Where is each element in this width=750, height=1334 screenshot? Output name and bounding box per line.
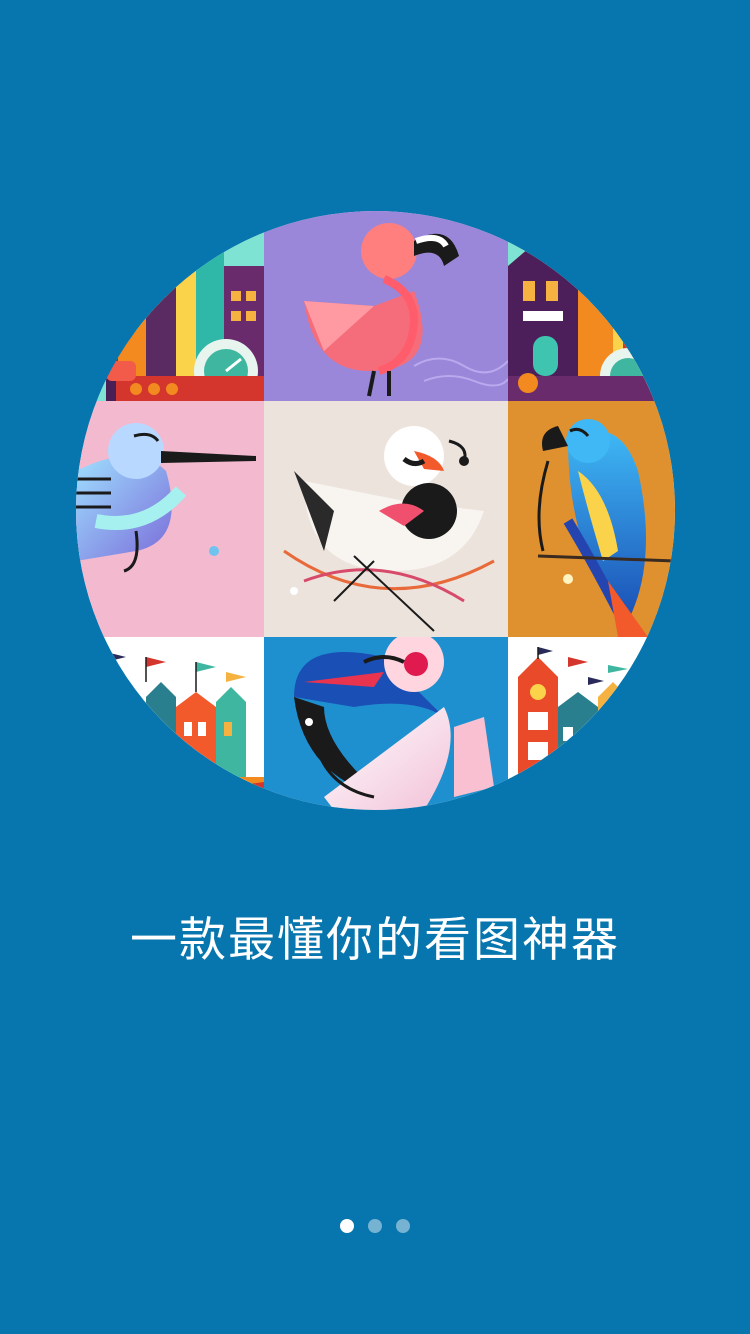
castle-flags-illustration-icon (76, 637, 264, 810)
swan-illustration-icon (264, 401, 508, 637)
hummingbird-illustration-icon (76, 401, 264, 637)
page-dot-1[interactable] (340, 1219, 354, 1233)
parrot-illustration-icon (508, 401, 675, 637)
city-buildings-illustration-icon (76, 211, 264, 401)
pelican-illustration-icon (264, 637, 508, 810)
onboarding-screen[interactable]: 一款最懂你的看图神器 (0, 0, 750, 1334)
page-dot-3[interactable] (396, 1219, 410, 1233)
illustration-gallery-circle (76, 211, 675, 810)
clock-tower-illustration-icon (508, 637, 675, 810)
page-indicator[interactable] (0, 1219, 750, 1237)
onboarding-tagline: 一款最懂你的看图神器 (130, 913, 620, 968)
flamingo-illustration-icon (264, 211, 508, 401)
town-house-illustration-icon (508, 211, 675, 401)
page-dot-2[interactable] (368, 1219, 382, 1233)
illustration-grid (76, 211, 675, 810)
